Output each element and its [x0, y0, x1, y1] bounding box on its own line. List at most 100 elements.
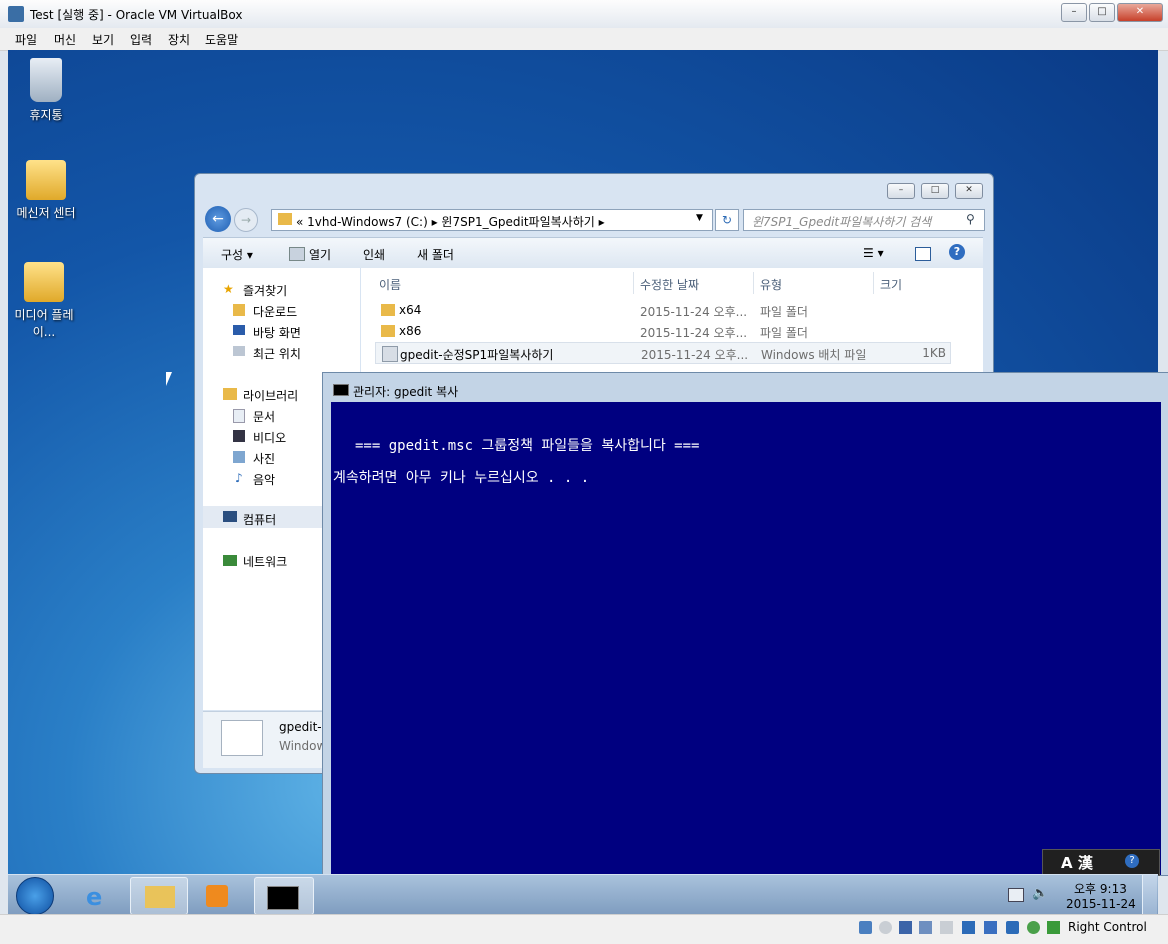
view-options-icon[interactable]: ☰ ▾: [863, 246, 884, 260]
explorer-toolbar: 구성 ▾ 열기 인쇄 새 폴더 ☰ ▾ ?: [203, 237, 983, 268]
column-name[interactable]: 이름: [379, 276, 401, 293]
file-name: x86: [399, 324, 422, 338]
network-adapter-icon[interactable]: [962, 921, 975, 934]
column-divider: [753, 272, 754, 294]
menu-input[interactable]: 입력: [130, 31, 152, 48]
console-output[interactable]: === gpedit.msc 그룹정책 파일들을 복사합니다 === 계속하려면…: [331, 402, 1161, 875]
show-desktop-button[interactable]: [1142, 875, 1157, 915]
search-icon: ⚲: [966, 212, 975, 226]
file-row-selected[interactable]: gpedit-순정SP1파일복사하기 2015-11-24 오후... Wind…: [375, 342, 951, 364]
back-button[interactable]: ←: [205, 206, 231, 232]
mouse-integration-icon[interactable]: [1027, 921, 1040, 934]
volume-icon[interactable]: 🔈: [1032, 886, 1048, 901]
explorer-maximize-button[interactable]: □: [921, 183, 949, 199]
minimize-button[interactable]: –: [1061, 3, 1087, 22]
maximize-button[interactable]: □: [1089, 3, 1115, 22]
menu-devices[interactable]: 장치: [168, 31, 190, 48]
preview-pane-icon[interactable]: [915, 247, 931, 261]
nav-documents[interactable]: 문서: [253, 408, 275, 425]
column-divider: [633, 272, 634, 294]
desktop-icon-messenger[interactable]: 메신저 센터: [8, 160, 86, 221]
usb-icon[interactable]: [899, 921, 912, 934]
chevron-down-icon[interactable]: ▼: [696, 213, 703, 223]
nav-music[interactable]: 음악: [253, 471, 275, 488]
taskbar-explorer[interactable]: [130, 877, 188, 915]
new-folder-button[interactable]: 새 폴더: [417, 246, 454, 263]
nav-videos[interactable]: 비디오: [253, 429, 286, 446]
file-type: 파일 폴더: [760, 305, 808, 319]
desktop-icon-media-player[interactable]: 미디어 플레이...: [8, 262, 82, 340]
desktop-icon-label: 메신저 센터: [16, 206, 76, 220]
hard-disk-icon[interactable]: [859, 921, 872, 934]
file-row[interactable]: x86 2015-11-24 오후... 파일 폴더: [375, 321, 949, 341]
nav-downloads[interactable]: 다운로드: [253, 303, 297, 320]
nav-libraries[interactable]: 라이브러리: [243, 387, 298, 404]
ime-mode[interactable]: A 漢: [1061, 852, 1093, 873]
console-line: === gpedit.msc 그룹정책 파일들을 복사합니다 ===: [355, 438, 700, 454]
desktop-icon-recycle-bin[interactable]: 휴지통: [8, 58, 86, 123]
star-icon: ★: [223, 282, 234, 296]
mouse-cursor-icon: [166, 372, 172, 386]
help-icon[interactable]: ?: [949, 244, 965, 260]
host-menu-bar: 파일 머신 보기 입력 장치 도움말: [0, 28, 1168, 51]
taskbar: e 🔈 오후 9:13 2015-11-24: [8, 874, 1158, 915]
menu-view[interactable]: 보기: [92, 31, 114, 48]
organize-button[interactable]: 구성 ▾: [221, 246, 253, 263]
shared-folder-icon[interactable]: [919, 921, 932, 934]
column-type[interactable]: 유형: [760, 276, 782, 293]
file-type: 파일 폴더: [760, 326, 808, 340]
keyboard-capture-icon[interactable]: [1047, 921, 1060, 934]
ime-help-icon[interactable]: ?: [1125, 854, 1139, 868]
taskbar-console[interactable]: [254, 877, 314, 915]
start-button[interactable]: [16, 877, 54, 915]
messenger-icon: [26, 160, 66, 200]
console-icon: [333, 384, 349, 396]
print-button[interactable]: 인쇄: [363, 246, 385, 263]
explorer-close-button[interactable]: ✕: [955, 183, 983, 199]
optical-drive-icon[interactable]: [879, 921, 892, 934]
audio-icon[interactable]: [984, 921, 997, 934]
clock-time[interactable]: 오후 9:13: [1074, 880, 1127, 897]
display-icon[interactable]: [940, 921, 953, 934]
network-tray-icon[interactable]: [1008, 888, 1024, 902]
nav-favorites[interactable]: 즐겨찾기: [243, 282, 287, 299]
taskbar-media-player[interactable]: [190, 877, 246, 913]
file-row[interactable]: x64 2015-11-24 오후... 파일 폴더: [375, 300, 949, 320]
taskbar-internet-explorer[interactable]: e: [70, 877, 126, 913]
refresh-button[interactable]: ↻: [715, 209, 739, 231]
file-size: 1KB: [922, 346, 946, 360]
address-bar[interactable]: « 1vhd-Windows7 (C:) ▸ 윈7SP1_Gpedit파일복사하…: [271, 209, 713, 231]
menu-machine[interactable]: 머신: [54, 31, 76, 48]
console-window: 관리자: gpedit 복사 === gpedit.msc 그룹정책 파일들을 …: [322, 372, 1168, 876]
console-icon: [267, 886, 299, 910]
folder-icon: [381, 325, 395, 337]
close-button[interactable]: ✕: [1117, 3, 1163, 22]
search-placeholder: 윈7SP1_Gpedit파일복사하기 검색: [752, 215, 932, 229]
host-title-bar: Test [실행 중] - Oracle VM VirtualBox – □ ✕: [0, 0, 1168, 29]
folder-icon: [278, 213, 292, 225]
search-field[interactable]: 윈7SP1_Gpedit파일복사하기 검색 ⚲: [743, 209, 985, 231]
file-date: 2015-11-24 오후...: [641, 348, 749, 362]
nav-recent[interactable]: 최근 위치: [253, 345, 301, 362]
batch-file-icon: [382, 346, 398, 362]
desktop-icon-label: 휴지통: [29, 108, 63, 122]
pictures-icon: [233, 451, 245, 463]
open-button[interactable]: 열기: [309, 246, 331, 263]
nav-network[interactable]: 네트워크: [243, 553, 287, 570]
column-date[interactable]: 수정한 날짜: [640, 276, 699, 293]
nav-desktop[interactable]: 바탕 화면: [253, 324, 301, 341]
explorer-minimize-button[interactable]: –: [887, 183, 915, 199]
recording-icon[interactable]: [1006, 921, 1019, 934]
nav-computer[interactable]: 컴퓨터: [243, 511, 276, 528]
documents-icon: [233, 409, 245, 423]
forward-button[interactable]: →: [234, 208, 258, 232]
menu-help[interactable]: 도움말: [205, 31, 238, 48]
recycle-bin-icon: [30, 58, 62, 102]
recent-places-icon: [233, 346, 245, 356]
nav-pictures[interactable]: 사진: [253, 450, 275, 467]
menu-file[interactable]: 파일: [15, 31, 37, 48]
column-size[interactable]: 크기: [880, 276, 902, 293]
clock-date[interactable]: 2015-11-24: [1066, 897, 1136, 911]
host-key-label: Right Control: [1068, 920, 1147, 934]
ime-language-bar: A 漢 ?: [1042, 849, 1160, 876]
